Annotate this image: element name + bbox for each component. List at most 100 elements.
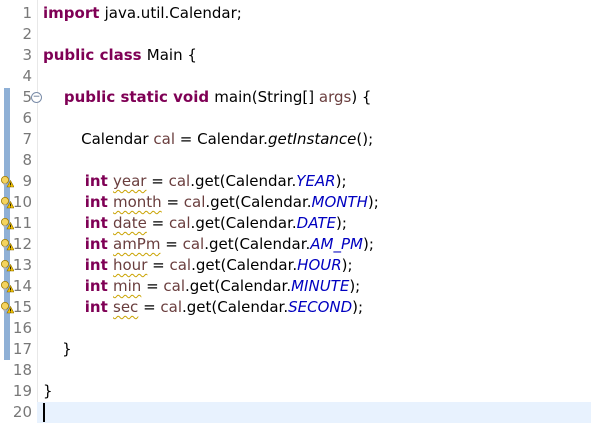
code-line[interactable]: 13 int hour = cal.get(Calendar.HOUR); xyxy=(0,255,591,276)
warning-lightbulb-icon[interactable] xyxy=(0,280,14,294)
code-token: sec xyxy=(113,298,139,316)
code-token: = xyxy=(147,256,170,274)
code-line[interactable]: 10 int month = cal.get(Calendar.MONTH); xyxy=(0,192,591,213)
code-line[interactable]: 5− public static void main(String[] args… xyxy=(0,87,591,108)
code-token: static xyxy=(120,88,174,106)
code-token: .get(Calendar. xyxy=(190,214,297,232)
code-text[interactable]: int hour = cal.get(Calendar.HOUR); xyxy=(43,255,353,276)
code-token: int xyxy=(43,298,113,316)
code-token: int xyxy=(43,277,113,295)
code-token: MONTH xyxy=(311,193,368,211)
text-caret xyxy=(43,403,45,422)
code-token: amPm xyxy=(113,235,161,253)
code-token: = xyxy=(146,172,169,190)
code-token: java.util.Calendar; xyxy=(104,4,242,22)
code-line[interactable]: 7 Calendar cal = Calendar.getInstance(); xyxy=(0,129,591,150)
code-token: SECOND xyxy=(288,298,353,316)
line-number: 1 xyxy=(22,4,32,22)
code-token: cal xyxy=(168,214,191,232)
warning-lightbulb-icon[interactable] xyxy=(0,259,14,273)
code-token: = xyxy=(161,193,184,211)
line-number: 8 xyxy=(22,151,32,169)
code-text[interactable]: } xyxy=(43,339,72,360)
code-token: .get(Calendar. xyxy=(182,298,289,316)
code-token: Main { xyxy=(146,46,197,64)
code-line[interactable]: 1 import java.util.Calendar; xyxy=(0,3,591,24)
code-token: min xyxy=(113,277,142,295)
code-token: ); xyxy=(335,172,347,190)
code-text[interactable]: } xyxy=(43,381,53,402)
code-text[interactable]: import java.util.Calendar; xyxy=(43,3,242,24)
code-text[interactable]: int year = cal.get(Calendar.YEAR); xyxy=(43,171,347,192)
code-line[interactable]: 8 xyxy=(0,150,591,171)
code-line[interactable]: 18 xyxy=(0,360,591,381)
code-token: = xyxy=(141,277,164,295)
line-number: 2 xyxy=(22,25,32,43)
code-token: ); xyxy=(349,277,361,295)
code-line[interactable]: 16 xyxy=(0,318,591,339)
code-editor[interactable]: 1 import java.util.Calendar; 2 3 public clas… xyxy=(0,0,591,423)
code-token: YEAR xyxy=(296,172,336,190)
code-token: hour xyxy=(113,256,148,274)
code-line[interactable]: 6 xyxy=(0,108,591,129)
code-text[interactable]: public static void main(String[] args) { xyxy=(43,87,372,108)
code-token: = xyxy=(146,214,169,232)
code-token: year xyxy=(113,172,147,190)
code-line[interactable]: 19} xyxy=(0,381,591,402)
code-line[interactable]: 2 xyxy=(0,24,591,45)
code-token: main(String[] xyxy=(214,88,319,106)
code-token: cal xyxy=(163,277,186,295)
code-token: .get(Calendar. xyxy=(185,277,292,295)
code-line[interactable]: 20 xyxy=(0,402,591,423)
code-line[interactable]: 14 int min = cal.get(Calendar.MINUTE); xyxy=(0,276,591,297)
code-token: .get(Calendar. xyxy=(191,256,298,274)
warning-lightbulb-icon[interactable] xyxy=(0,217,14,231)
code-token: MINUTE xyxy=(291,277,350,295)
code-line[interactable]: 11 int date = cal.get(Calendar.DATE); xyxy=(0,213,591,234)
code-line[interactable]: 9 int year = cal.get(Calendar.YEAR); xyxy=(0,171,591,192)
code-text[interactable]: int sec = cal.get(Calendar.SECOND); xyxy=(43,297,363,318)
code-token: ); xyxy=(362,235,374,253)
warning-lightbulb-icon[interactable] xyxy=(0,238,14,252)
code-text[interactable]: int date = cal.get(Calendar.DATE); xyxy=(43,213,347,234)
code-token: month xyxy=(113,193,162,211)
code-token: int xyxy=(43,235,113,253)
code-line[interactable]: 12 int amPm = cal.get(Calendar.AM_PM); xyxy=(0,234,591,255)
code-token: cal xyxy=(169,256,192,274)
code-line[interactable]: 3 public class Main { xyxy=(0,45,591,66)
fold-collapse-icon[interactable]: − xyxy=(31,92,42,103)
code-token: public xyxy=(43,46,100,64)
code-token: (); xyxy=(356,130,374,148)
line-number: 5 xyxy=(22,88,32,106)
code-token: int xyxy=(43,214,113,232)
code-text[interactable]: int min = cal.get(Calendar.MINUTE); xyxy=(43,276,360,297)
code-line[interactable]: 4 xyxy=(0,66,591,87)
code-token: ); xyxy=(341,256,353,274)
code-text[interactable]: int month = cal.get(Calendar.MONTH); xyxy=(43,192,379,213)
code-token: cal xyxy=(182,235,205,253)
code-token: getInstance xyxy=(267,130,357,148)
code-token: import xyxy=(43,4,105,22)
line-number: 20 xyxy=(12,403,32,421)
code-token: cal xyxy=(183,193,206,211)
code-text[interactable]: Calendar cal = Calendar.getInstance(); xyxy=(43,129,373,150)
warning-lightbulb-icon[interactable] xyxy=(0,196,14,210)
line-number: 7 xyxy=(22,130,32,148)
code-text[interactable]: public class Main { xyxy=(43,45,197,66)
code-token: int xyxy=(43,172,113,190)
code-token: AM_PM xyxy=(310,235,363,253)
warning-lightbulb-icon[interactable] xyxy=(0,175,14,189)
warning-lightbulb-icon[interactable] xyxy=(0,301,14,315)
code-token: ); xyxy=(336,214,347,232)
code-line[interactable]: 17 } xyxy=(0,339,591,360)
code-token: = xyxy=(138,298,161,316)
code-line[interactable]: 15 int sec = cal.get(Calendar.SECOND); xyxy=(0,297,591,318)
code-token: .get(Calendar. xyxy=(204,235,311,253)
code-token: args xyxy=(318,88,352,106)
code-token: .get(Calendar. xyxy=(190,172,297,190)
code-token: void xyxy=(173,88,215,106)
code-token: ) { xyxy=(351,88,372,106)
line-number: 19 xyxy=(12,382,32,400)
code-token: int xyxy=(43,193,113,211)
code-text[interactable]: int amPm = cal.get(Calendar.AM_PM); xyxy=(43,234,374,255)
